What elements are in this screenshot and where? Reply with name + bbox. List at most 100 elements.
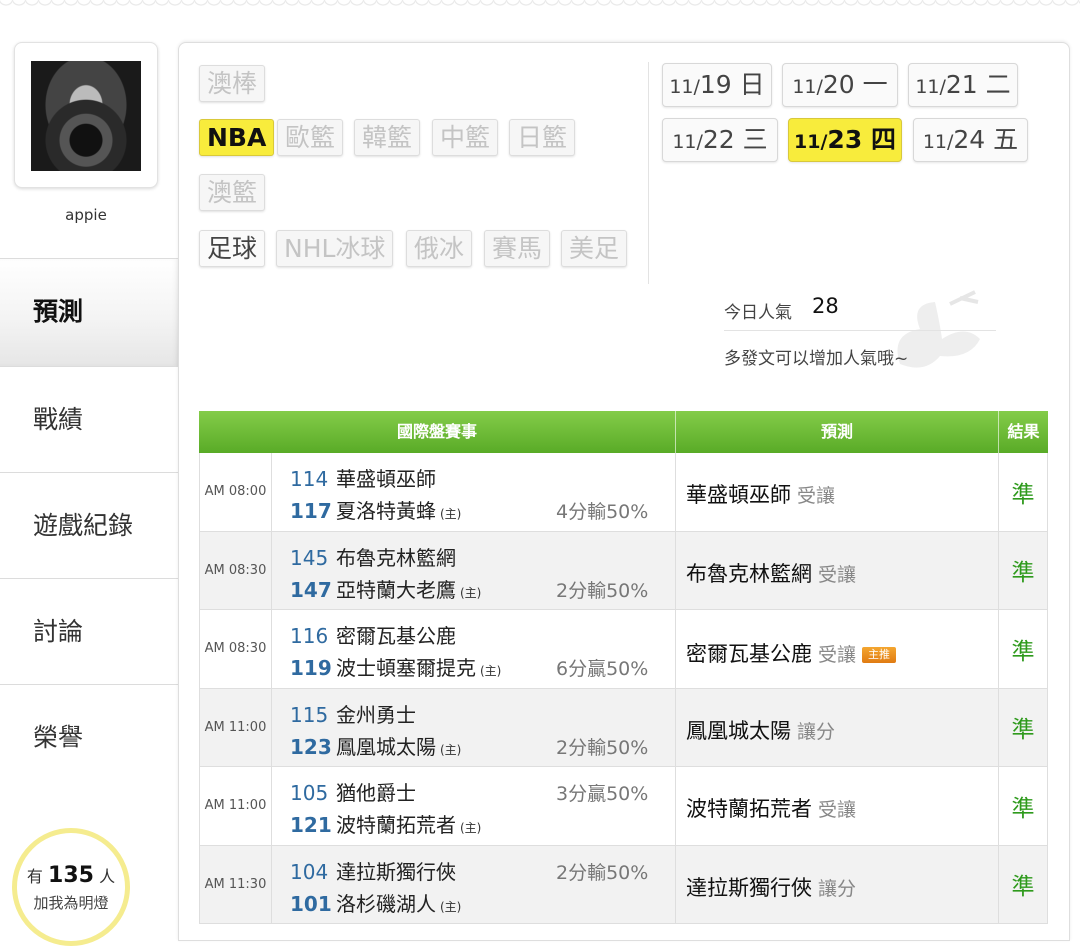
result-mark: 準 xyxy=(1011,560,1035,587)
fans-prefix: 有 xyxy=(26,867,43,886)
prediction-cell: 鳳凰城太陽 讓分 xyxy=(676,688,999,766)
date-button-1123[interactable]: 11/23 四 xyxy=(788,118,902,162)
odds-line: 3分贏50% xyxy=(556,783,649,805)
nav-item-prediction[interactable]: 預測 xyxy=(0,258,178,366)
odds-line: 6分贏50% xyxy=(556,658,649,680)
nav-item-record[interactable]: 戰績 xyxy=(0,366,178,472)
sport-chip-aus-basketball[interactable]: 澳籃 xyxy=(199,174,266,211)
sport-chip-american-football[interactable]: 美足 xyxy=(561,230,628,267)
game-time: AM 08:30 xyxy=(200,610,272,688)
result-mark: 準 xyxy=(1011,795,1035,822)
result-mark: 準 xyxy=(1011,717,1035,744)
home-team[interactable]: 119 波士頓塞爾提克 (主) xyxy=(290,652,501,681)
home-team-number: 123 xyxy=(290,734,332,759)
sport-chip-euro-basketball[interactable]: 歐籃 xyxy=(277,119,344,156)
predicted-team: 鳳凰城太陽 讓分 xyxy=(686,715,835,745)
sport-chip-aus-baseball[interactable]: 澳棒 xyxy=(199,65,266,102)
away-team[interactable]: 114 華盛頓巫師 xyxy=(290,463,436,492)
date-button-1124[interactable]: 11/24 五 xyxy=(913,118,1028,162)
predicted-team: 布魯克林籃網 受讓 xyxy=(686,558,856,588)
filter-divider xyxy=(648,62,649,284)
table-row[interactable]: AM 08:30 116 密爾瓦基公鹿 119 波士頓塞爾提克 (主) 6分贏50% … xyxy=(199,610,1048,689)
sport-chip-soccer[interactable]: 足球 xyxy=(199,230,266,267)
home-team-name: 洛杉磯湖人 xyxy=(336,891,436,916)
date-day: 21 xyxy=(945,70,978,99)
home-team[interactable]: 147 亞特蘭大老鷹 (主) xyxy=(290,574,481,603)
away-team-number: 116 xyxy=(290,624,329,648)
nav-item-game-log[interactable]: 遊戲紀錄 xyxy=(0,472,178,578)
table-row[interactable]: AM 11:30 104 達拉斯獨行俠 101 洛杉磯湖人 (主) 2分輸50% 達拉… xyxy=(199,845,1048,924)
avatar[interactable] xyxy=(31,61,141,171)
date-weekday: 二 xyxy=(985,70,1011,99)
sidebar-nav: 預測 戰績 遊戲紀錄 討論 榮譽 xyxy=(0,258,178,790)
popularity-hint: 多發文可以增加人氣哦~ xyxy=(724,349,909,369)
date-month: 11/ xyxy=(794,131,828,153)
date-day: 23 xyxy=(827,125,863,154)
away-team[interactable]: 105 猶他爵士 xyxy=(290,777,416,806)
avatar-frame[interactable] xyxy=(14,42,158,188)
away-team-number: 104 xyxy=(290,859,329,884)
away-team[interactable]: 104 達拉斯獨行俠 xyxy=(290,856,456,885)
prediction-table: 國際盤賽事 預測 結果 AM 08:00 114 華盛頓巫師 117 夏洛特黃蜂 (主… xyxy=(199,411,1048,924)
sport-chip-korea-basketball[interactable]: 韓籃 xyxy=(354,119,421,156)
home-team-number: 121 xyxy=(290,813,332,837)
home-marker: (主) xyxy=(460,585,482,600)
odds-line: 4分輸50% xyxy=(556,501,649,523)
game-time: AM 11:00 xyxy=(200,767,272,845)
predicted-team-name: 密爾瓦基公鹿 xyxy=(686,642,812,666)
sport-chip-nba[interactable]: NBA xyxy=(199,119,275,156)
home-team-name: 波特蘭拓荒者 xyxy=(336,813,456,837)
table-row[interactable]: AM 08:00 114 華盛頓巫師 117 夏洛特黃蜂 (主) 4分輸50% 華盛頓… xyxy=(199,453,1048,532)
fans-suffix: 人 xyxy=(99,867,116,886)
prediction-cell: 達拉斯獨行俠 讓分 xyxy=(676,845,999,923)
game-time: AM 08:00 xyxy=(200,453,272,531)
home-team[interactable]: 117 夏洛特黃蜂 (主) xyxy=(290,495,461,524)
date-weekday: 一 xyxy=(862,70,888,99)
popularity-value: 28 xyxy=(812,294,839,318)
date-month: 11/ xyxy=(915,76,946,98)
date-month: 11/ xyxy=(922,131,954,153)
username[interactable]: appie xyxy=(0,206,172,224)
predicted-team: 密爾瓦基公鹿 受讓 主推 xyxy=(686,638,897,668)
table-row[interactable]: AM 11:00 115 金州勇士 123 鳳凰城太陽 (主) 2分輸50% 鳳凰城太… xyxy=(199,688,1048,767)
handicap-tag: 讓分 xyxy=(818,877,857,900)
home-team-name: 夏洛特黃蜂 xyxy=(336,499,436,523)
sport-chip-horse-racing[interactable]: 賽馬 xyxy=(484,230,551,267)
table-row[interactable]: AM 11:00 105 猶他爵士 121 波特蘭拓荒者 (主) 3分贏50% 波特蘭… xyxy=(199,767,1048,846)
table-header: 國際盤賽事 預測 結果 xyxy=(199,411,1048,453)
fans-label: 加我為明燈 xyxy=(33,894,109,912)
away-team[interactable]: 115 金州勇士 xyxy=(290,699,416,728)
home-marker: (主) xyxy=(440,742,462,757)
away-team[interactable]: 145 布魯克林籃網 xyxy=(290,542,456,571)
predicted-team-name: 達拉斯獨行俠 xyxy=(686,875,812,900)
sport-chip-japan-basketball[interactable]: 日籃 xyxy=(509,119,576,156)
date-button-1122[interactable]: 11/22 三 xyxy=(662,118,778,162)
date-button-1119[interactable]: 11/19 日 xyxy=(662,63,772,107)
date-button-1121[interactable]: 11/21 二 xyxy=(908,63,1018,107)
away-team-number: 145 xyxy=(290,545,329,570)
result-mark: 準 xyxy=(1011,481,1035,508)
fans-badge[interactable]: 有 135 人 加我為明燈 xyxy=(12,828,130,946)
home-team[interactable]: 123 鳳凰城太陽 (主) xyxy=(290,731,461,760)
sport-chip-nhl[interactable]: NHL冰球 xyxy=(276,230,394,267)
prediction-cell: 密爾瓦基公鹿 受讓 主推 xyxy=(676,610,999,688)
predicted-team-name: 華盛頓巫師 xyxy=(686,483,791,507)
home-team[interactable]: 101 洛杉磯湖人 (主) xyxy=(290,888,461,917)
nav-item-discussion[interactable]: 討論 xyxy=(0,578,178,684)
nav-item-honor[interactable]: 榮譽 xyxy=(0,684,178,790)
home-team[interactable]: 121 波特蘭拓荒者 (主) xyxy=(290,809,481,838)
featured-badge: 主推 xyxy=(862,647,897,663)
away-team[interactable]: 116 密爾瓦基公鹿 xyxy=(290,620,456,649)
game-cell: 116 密爾瓦基公鹿 119 波士頓塞爾提克 (主) 6分贏50% xyxy=(272,610,676,688)
prediction-cell: 波特蘭拓荒者 受讓 xyxy=(676,767,999,845)
table-row[interactable]: AM 08:30 145 布魯克林籃網 147 亞特蘭大老鷹 (主) 2分輸50% 布… xyxy=(199,531,1048,610)
home-marker: (主) xyxy=(460,821,482,835)
sport-chip-russia-hockey[interactable]: 俄冰 xyxy=(406,230,473,267)
game-time: AM 11:30 xyxy=(200,845,272,923)
date-button-1120[interactable]: 11/20 一 xyxy=(782,63,898,107)
sport-chip-china-basketball[interactable]: 中籃 xyxy=(432,119,499,156)
game-time: AM 08:30 xyxy=(200,531,272,609)
header-event: 國際盤賽事 xyxy=(396,422,477,441)
home-team-number: 101 xyxy=(290,891,332,916)
result-mark: 準 xyxy=(1011,638,1035,665)
